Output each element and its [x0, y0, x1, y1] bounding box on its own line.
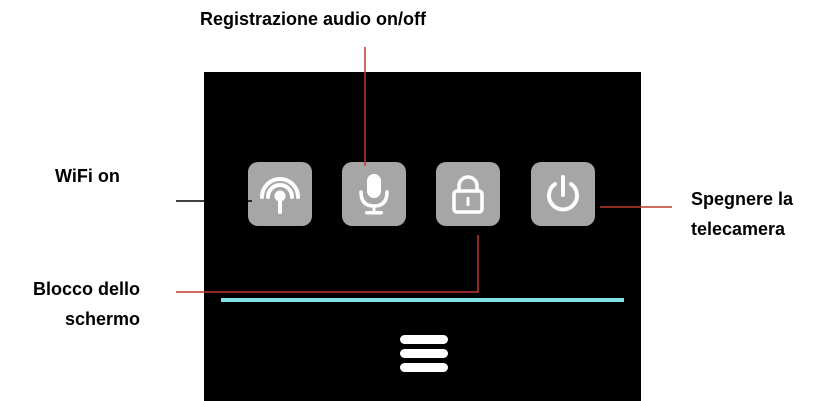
progress-bar: [221, 298, 624, 302]
lock-callout-line-1: Blocco dello: [32, 279, 140, 299]
lock-callout-line-2: schermo: [64, 309, 140, 329]
lock-icon: [452, 175, 484, 214]
wifi-icon: [260, 177, 300, 214]
menu-icon[interactable]: [400, 335, 448, 373]
lock-callout-label: Blocco dello schermo: [10, 274, 140, 334]
device-screen: [204, 72, 641, 401]
progress-fill: [221, 298, 624, 302]
power-button[interactable]: [531, 162, 595, 226]
power-callout-label: Spegnere la telecamera: [691, 184, 793, 244]
lock-button[interactable]: [436, 162, 500, 226]
wifi-button[interactable]: [248, 162, 312, 226]
power-icon: [547, 175, 579, 212]
microphone-button[interactable]: [342, 162, 406, 226]
microphone-icon: [359, 174, 389, 215]
power-callout-line-1: Spegnere la: [691, 189, 794, 209]
wifi-callout-label: WiFi on: [55, 166, 120, 186]
power-callout-line-2: telecamera: [691, 219, 786, 239]
mic-callout-label: Registrazione audio on/off: [200, 9, 427, 29]
